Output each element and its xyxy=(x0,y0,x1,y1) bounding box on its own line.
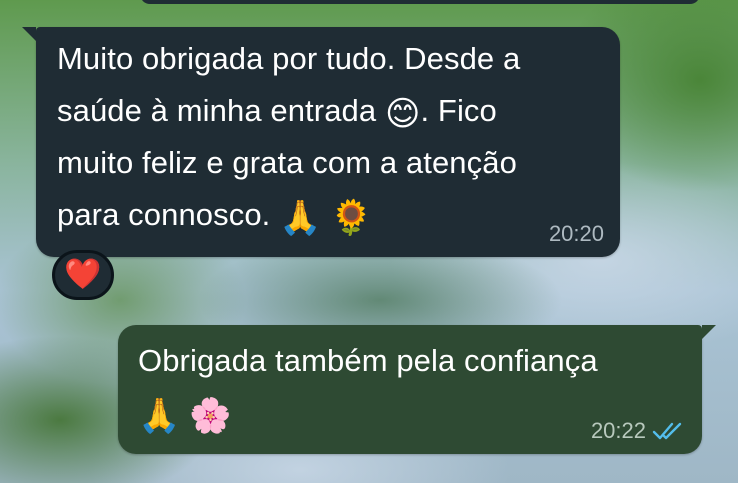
message-line: Obrigada também pela confiança xyxy=(138,343,598,378)
bubble-tail xyxy=(22,27,36,41)
bubble-tail xyxy=(702,325,716,339)
message-timestamp: 20:22 xyxy=(590,418,646,443)
folded-hands-emoji-icon: 🙏 xyxy=(279,199,322,237)
message-line: Muito obrigada por tudo. Desde a xyxy=(57,41,521,76)
folded-hands-emoji-icon: 🙏 xyxy=(138,397,181,435)
message-fragment: para connosco. xyxy=(57,197,271,232)
smiling-face-emoji-icon: 😊 xyxy=(384,95,421,133)
message-text: Muito obrigada por tudo. Desde a saúde à… xyxy=(57,33,617,241)
cherry-blossom-emoji-icon: 🌸 xyxy=(189,397,232,435)
message-fragment: saúde à minha entrada xyxy=(57,93,377,128)
reaction-badge[interactable]: ❤️ xyxy=(52,250,114,300)
message-line: saúde à minha entrada 😊. Fico xyxy=(57,85,617,137)
outgoing-message-bubble[interactable]: Obrigada também pela confiança 🙏 🌸 20:22 xyxy=(118,325,716,454)
incoming-message-bubble[interactable]: Muito obrigada por tudo. Desde a saúde à… xyxy=(22,27,620,257)
sunflower-emoji-icon: 🌻 xyxy=(330,199,373,237)
red-heart-emoji-icon: ❤️ xyxy=(64,258,102,291)
previous-message-bubble-edge xyxy=(140,0,700,4)
message-line: para connosco. 🙏 🌻 xyxy=(57,189,617,241)
message-fragment: . Fico xyxy=(420,93,497,128)
message-timestamp: 20:20 xyxy=(548,221,604,246)
message-line: muito feliz e grata com a atenção xyxy=(57,145,517,180)
double-check-read-icon xyxy=(652,422,682,440)
